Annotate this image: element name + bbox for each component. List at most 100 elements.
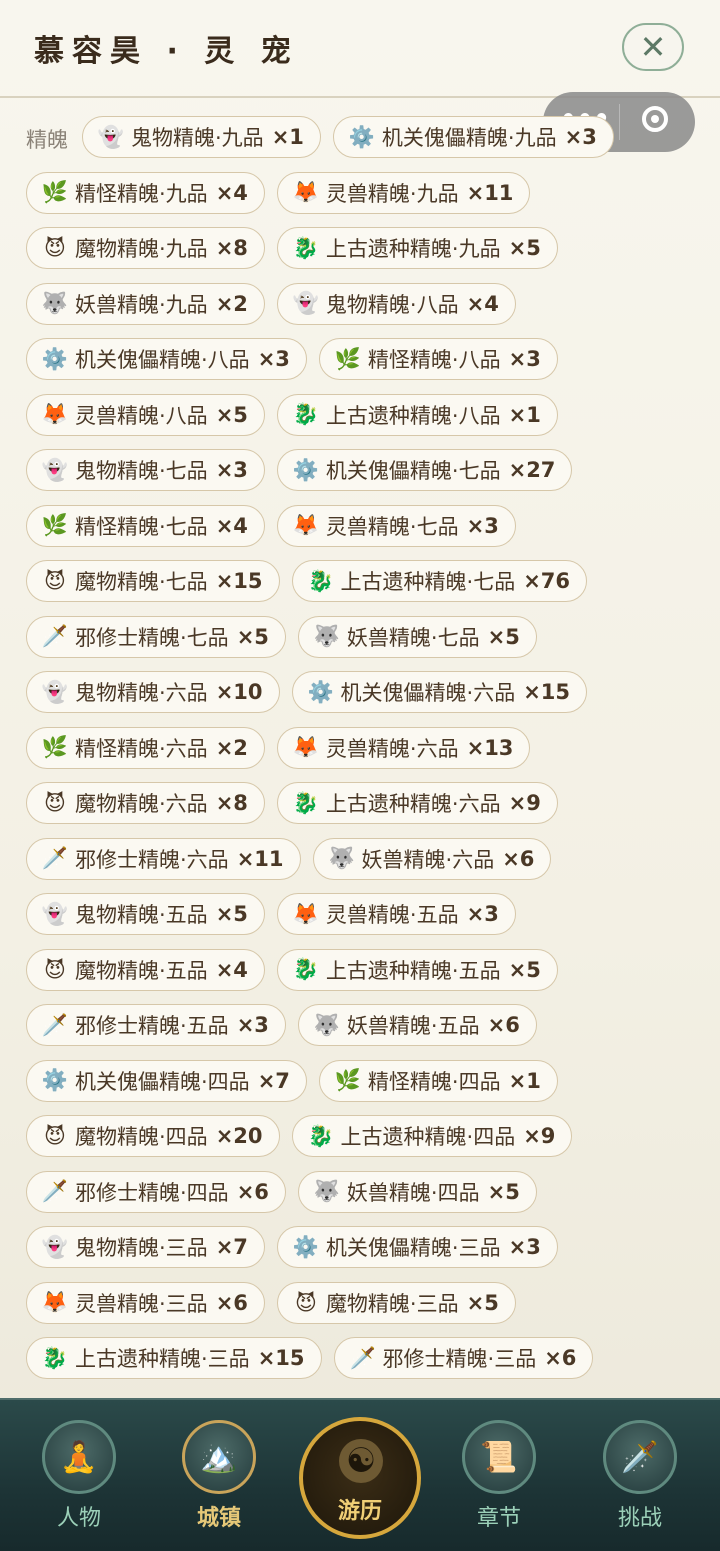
essence-name: 灵兽精魄·七品: [325, 514, 459, 539]
essence-chip[interactable]: 👻 鬼物精魄·五品 ×5: [26, 893, 265, 935]
essence-name: 灵兽精魄·三品: [75, 1291, 208, 1316]
essence-name: 精怪精魄·九品: [75, 181, 208, 206]
essence-count: ×9: [508, 791, 541, 815]
essence-chip[interactable]: 🗡️ 邪修士精魄·六品 ×11: [26, 837, 301, 880]
essence-name: 上古遗种精魄·三品: [75, 1347, 250, 1371]
essence-type-icon: 🗡️: [349, 1345, 376, 1370]
essence-chip[interactable]: 🐺 妖兽精魄·四品 ×5: [297, 1170, 537, 1213]
essence-chip[interactable]: ⚙️ 机关傀儡精魄·八品 ×3: [26, 338, 307, 380]
essence-type-icon: 😈: [44, 569, 66, 593]
essence-type-icon: 🐉: [307, 1123, 334, 1148]
essence-type-icon: ⚙️: [292, 457, 319, 482]
essence-type-icon: 🐺: [41, 291, 69, 315]
chip-row: 🦊 灵兽精魄·三品 ×6 😈 魔物精魄·三品 ×5: [26, 1281, 516, 1326]
essence-name: 邪修士精魄·四品: [75, 1180, 229, 1205]
essence-chip[interactable]: 👻 鬼物精魄·六品 ×10: [26, 671, 280, 713]
essence-type-icon: 👻: [292, 291, 319, 315]
essence-chip[interactable]: 🗡️ 邪修士精魄·三品 ×6: [333, 1337, 594, 1379]
nav-item-character[interactable]: 🧘 人物: [40, 1420, 118, 1532]
essence-chip[interactable]: 🐉 上古遗种精魄·九品 ×5: [276, 227, 558, 269]
essence-chip[interactable]: 👻 鬼物精魄·八品 ×4: [276, 282, 516, 325]
essence-type-icon: ⚙️: [292, 1234, 319, 1259]
essence-chip[interactable]: 🗡️ 邪修士精魄·七品 ×5: [26, 615, 286, 658]
nav-item-travel[interactable]: ☯ 游历: [299, 1417, 421, 1539]
chip-row: 🌿 精怪精魄·九品 ×4 🦊 灵兽精魄·九品 ×11: [26, 171, 531, 216]
essence-chip[interactable]: 😈 魔物精魄·六品 ×8: [26, 782, 265, 824]
essence-chip[interactable]: 🦊 灵兽精魄·三品 ×6: [26, 1281, 265, 1324]
nav-item-town[interactable]: 🏔️ 城镇: [180, 1420, 258, 1532]
essence-chip[interactable]: ⚙️ 机关傀儡精魄·四品 ×7: [26, 1059, 307, 1102]
essence-name: 妖兽精魄·七品: [346, 625, 480, 650]
essence-type-icon: 🗡️: [41, 1179, 69, 1203]
essence-count: ×5: [487, 624, 520, 649]
essence-chip[interactable]: 😈 魔物精魄·五品 ×4: [26, 948, 265, 991]
essence-type-icon: 🦊: [292, 901, 319, 926]
essence-chip[interactable]: 🌿 精怪精魄·四品 ×1: [318, 1059, 558, 1102]
close-button[interactable]: ✕: [622, 23, 684, 71]
nav-label: 章节: [476, 1506, 521, 1531]
essence-chip[interactable]: 🐉 上古遗种精魄·六品 ×9: [276, 782, 558, 824]
essence-count: ×5: [215, 402, 248, 427]
essence-chip[interactable]: ⚙️ 机关傀儡精魄·七品 ×27: [276, 449, 573, 491]
chip-row: 👻 鬼物精魄·三品 ×7 ⚙️ 机关傀儡精魄·三品 ×3: [26, 1226, 558, 1270]
essence-type-icon: 🌿: [334, 1068, 361, 1092]
essence-count: ×15: [257, 1346, 305, 1370]
essence-name: 妖兽精魄·四品: [346, 1180, 480, 1205]
essence-count: ×6: [487, 1013, 520, 1037]
essence-chip[interactable]: 🗡️ 邪修士精魄·五品 ×3: [26, 1004, 286, 1046]
essence-count: ×2: [215, 291, 248, 316]
essence-chip[interactable]: 🦊 灵兽精魄·八品 ×5: [26, 393, 265, 436]
essence-chip[interactable]: 👻 鬼物精魄·七品 ×3: [26, 449, 265, 491]
essence-count: ×3: [257, 347, 290, 371]
essence-chip[interactable]: 🐉 上古遗种精魄·七品 ×76: [291, 560, 588, 602]
essence-chip[interactable]: ⚙️ 机关傀儡精魄·九品 ×3: [332, 116, 614, 158]
essence-chip[interactable]: 🦊 灵兽精魄·七品 ×3: [276, 504, 516, 547]
essence-type-icon: 👻: [41, 457, 69, 482]
essence-type-icon: 🌿: [334, 346, 361, 371]
essence-chip[interactable]: 🌿 精怪精魄·九品 ×4: [26, 171, 265, 214]
essence-chip[interactable]: 🐉 上古遗种精魄·三品 ×15: [26, 1337, 322, 1379]
essence-chip[interactable]: 🐺 妖兽精魄·七品 ×5: [297, 615, 537, 658]
chip-row: 👻 鬼物精魄·六品 ×10 ⚙️ 机关傀儡精魄·六品 ×15: [26, 671, 588, 715]
essence-chip[interactable]: 👻 鬼物精魄·九品 ×1: [82, 116, 321, 158]
essence-chip[interactable]: 🦊 灵兽精魄·五品 ×3: [276, 893, 516, 935]
essence-chip[interactable]: 🐉 上古遗种精魄·四品 ×9: [291, 1115, 573, 1157]
essence-chip[interactable]: 🐺 妖兽精魄·六品 ×6: [312, 837, 552, 880]
essence-chip[interactable]: 😈 魔物精魄·三品 ×5: [276, 1281, 516, 1324]
nav-item-chapter[interactable]: 📜 章节: [460, 1420, 538, 1532]
essence-chip[interactable]: 🐉 上古遗种精魄·五品 ×5: [276, 948, 558, 991]
essence-count: ×6: [544, 1346, 577, 1370]
essence-chip[interactable]: 👻 鬼物精魄·三品 ×7: [26, 1226, 265, 1268]
essence-count: ×11: [466, 180, 514, 205]
nav-item-challenge[interactable]: 🗡️ 挑战: [601, 1420, 679, 1532]
essence-chip[interactable]: 🐉 上古遗种精魄·八品 ×1: [276, 393, 558, 436]
essence-chip[interactable]: 🐺 妖兽精魄·五品 ×6: [297, 1004, 537, 1046]
character-icon: 🧘: [42, 1420, 116, 1494]
essence-count: ×3: [236, 1013, 269, 1037]
essence-chip[interactable]: 🌿 精怪精魄·八品 ×3: [318, 338, 558, 380]
essence-count: ×6: [215, 1290, 248, 1315]
essence-chip[interactable]: 😈 魔物精魄·九品 ×8: [26, 227, 265, 269]
essence-count: ×11: [236, 846, 284, 871]
chip-row: 😈 魔物精魄·四品 ×20 🐉 上古遗种精魄·四品 ×9: [26, 1115, 573, 1159]
chip-row: 🗡️ 邪修士精魄·五品 ×3 🐺 妖兽精魄·五品 ×6: [26, 1004, 537, 1048]
essence-chip[interactable]: 😈 魔物精魄·四品 ×20: [26, 1115, 280, 1157]
essence-chip[interactable]: ⚙️ 机关傀儡精魄·六品 ×15: [291, 671, 588, 713]
essence-chip[interactable]: 🗡️ 邪修士精魄·四品 ×6: [26, 1170, 286, 1213]
essence-chip[interactable]: 🐺 妖兽精魄·九品 ×2: [26, 282, 265, 325]
essence-type-icon: 🗡️: [41, 1012, 69, 1037]
essence-chip[interactable]: 😈 魔物精魄·七品 ×15: [26, 560, 280, 602]
essence-type-icon: 🐺: [313, 1179, 340, 1203]
essence-type-icon: ⚙️: [307, 679, 334, 704]
essence-chip[interactable]: 🦊 灵兽精魄·六品 ×13: [276, 726, 531, 769]
essence-name: 妖兽精魄·九品: [75, 292, 208, 317]
essence-chip[interactable]: ⚙️ 机关傀儡精魄·三品 ×3: [276, 1226, 558, 1268]
essence-chip[interactable]: 🌿 精怪精魄·七品 ×4: [26, 504, 265, 547]
essence-name: 上古遗种精魄·九品: [325, 237, 501, 261]
essence-count: ×27: [508, 458, 556, 482]
essence-chip[interactable]: 🦊 灵兽精魄·九品 ×11: [276, 171, 531, 214]
essence-count: ×3: [215, 458, 248, 482]
essence-count: ×5: [508, 236, 541, 260]
essence-chip[interactable]: 🌿 精怪精魄·六品 ×2: [26, 726, 265, 769]
close-miniprogram-icon[interactable]: [642, 106, 668, 132]
